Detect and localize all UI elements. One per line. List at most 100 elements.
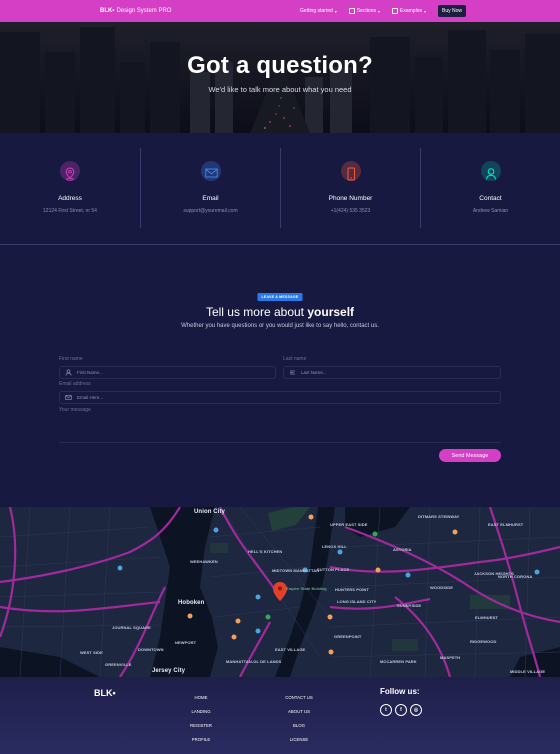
info-title: Contact [479, 195, 502, 202]
last-name-label: Last name [283, 356, 307, 362]
hero-title: Got a question? [187, 52, 373, 79]
map-label: JOURNAL SQUARE [112, 625, 151, 630]
sections-icon [348, 8, 355, 14]
form-subtitle: Whether you have questions or you would … [181, 323, 379, 329]
map-label: GREENVILLE [105, 662, 132, 667]
map-label: GREENPOINT [334, 634, 362, 639]
info-address: Address 12124 First Street, nr 54 [0, 148, 140, 228]
map-label: DITMARS STEINWAY [418, 514, 460, 519]
footer-link-about[interactable]: ABOUT US [280, 709, 318, 714]
last-name-placeholder: Last Name... [301, 370, 327, 375]
map-label: WEST SIDE [80, 650, 103, 655]
footer-logo[interactable]: BLK• [94, 688, 116, 698]
info-value: Andrew Samian [472, 208, 509, 214]
map-label: WEEHAWKEN [190, 559, 218, 564]
send-message-button[interactable]: Send Message [439, 449, 501, 462]
footer-link-license[interactable]: LICENSE [280, 737, 318, 742]
brand-link[interactable]: BLK• Design System PRO [100, 8, 171, 14]
footer-link-blog[interactable]: BLOG [280, 723, 318, 728]
info-value: +1(424) 535 3523 [330, 208, 371, 214]
nav-item-sections[interactable]: Sections ▾ [348, 8, 381, 14]
caret-down-icon: ▾ [378, 8, 381, 14]
message-label: Your message [59, 407, 91, 413]
contact-page: BLK• Design System PRO Getting started ▾… [0, 0, 560, 754]
info-title: Phone Number [328, 195, 373, 202]
map-label: EAST VILLAGE [275, 647, 306, 652]
email-field[interactable]: Email Here... [59, 391, 501, 404]
map-label: SUNNYSIDE [397, 603, 422, 608]
map-label: SUTTON PLACE [317, 567, 350, 572]
user-icon [485, 168, 496, 180]
contact-info-row: Address 12124 First Street, nr 54 Email … [0, 148, 560, 228]
map-label: Empire State Building [286, 586, 327, 591]
map-label: ASTORIA [393, 547, 412, 552]
map-label: UPPER EAST SIDE [330, 522, 368, 527]
nav-item-getting-started[interactable]: Getting started ▾ [300, 8, 337, 14]
first-name-field[interactable]: First Name... [59, 366, 276, 379]
user-icon [65, 369, 72, 376]
map-label: MIDTOWN MANHATTAN [272, 568, 320, 573]
info-phone: Phone Number +1(424) 535 3523 [280, 148, 420, 228]
map-label: HELL'S KITCHEN [248, 549, 283, 554]
info-contact: Contact Andrew Samian [420, 148, 560, 228]
footer-link-profile[interactable]: PROFILE [186, 737, 216, 742]
map-label: DOWNTOWN [138, 647, 164, 652]
footer-link-register[interactable]: REGISTER [186, 723, 216, 728]
info-title: Email [202, 195, 219, 202]
leave-message-badge: LEAVE A MESSAGE [257, 293, 303, 301]
footer-link-landing[interactable]: LANDING [186, 709, 216, 714]
footer-link-contact[interactable]: CONTACT US [280, 695, 318, 700]
last-name-field[interactable]: Last Name... [283, 366, 501, 379]
buy-now-button[interactable]: Buy Now [437, 5, 466, 17]
map-label: LENOX HILL [322, 544, 347, 549]
envelope-icon [65, 395, 72, 400]
brand-logo: BLK• [100, 8, 115, 14]
section-divider [0, 244, 560, 245]
dribbble-icon[interactable]: ◎ [410, 704, 422, 716]
nav-menu: Getting started ▾ Sections ▾ Examples ▾ … [300, 5, 466, 17]
footer: BLK• HOME LANDING REGISTER PROFILE CONTA… [0, 677, 560, 754]
nav-item-label: Sections [356, 8, 376, 14]
text-align-icon [290, 370, 295, 375]
map-label: LONG ISLAND CITY [337, 599, 377, 604]
map-label: Hoboken [178, 600, 205, 606]
nav-item-label: Examples [400, 8, 422, 14]
map-label: WOODSIDE [430, 585, 454, 590]
map-label: ELMHURST [475, 615, 499, 620]
map-label: MIDDLE VILLAGE [510, 669, 546, 674]
form-title: Tell us more about yourself [0, 305, 560, 319]
first-name-placeholder: First Name... [77, 370, 103, 375]
footer-links-left: HOME LANDING REGISTER PROFILE [186, 695, 216, 742]
map-label: Union City [194, 509, 225, 515]
email-placeholder: Email Here... [77, 395, 104, 400]
info-email: Email support@youremail.com [140, 148, 280, 228]
map-pin-icon [65, 167, 75, 181]
message-textarea[interactable] [59, 420, 501, 443]
map-label: NEWPORT [175, 640, 197, 645]
map-label: EAST ELMHURST [488, 522, 524, 527]
map-label: HUNTERS POINT [335, 587, 369, 592]
top-navbar: BLK• Design System PRO Getting started ▾… [0, 0, 560, 22]
hero-section: Got a question? We'd like to talk more a… [0, 22, 560, 133]
map-label: MANHATTAN-OL DE LANDS [226, 659, 282, 664]
caret-down-icon: ▾ [423, 8, 426, 14]
brand-name: Design System PRO [116, 8, 172, 14]
footer-link-home[interactable]: HOME [186, 695, 216, 700]
facebook-icon[interactable]: f [395, 704, 407, 716]
envelope-icon [204, 168, 218, 178]
map-label: MASPETH [440, 655, 461, 660]
location-map[interactable]: Union City HELL'S KITCHEN MIDTOWN MANHAT… [0, 507, 560, 677]
info-value: 12124 First Street, nr 54 [43, 208, 97, 214]
caret-down-icon: ▾ [334, 8, 337, 14]
twitter-icon[interactable]: t [380, 704, 392, 716]
email-label: Email address [59, 381, 91, 387]
info-title: Address [58, 195, 82, 202]
hero-subtitle: We'd like to talk more about what you ne… [208, 85, 352, 94]
map-label: Jersey City [152, 668, 186, 674]
nav-item-examples[interactable]: Examples ▾ [392, 8, 426, 14]
info-value: support@youremail.com [183, 208, 238, 214]
map-label: NORTH CORONA [498, 574, 533, 579]
follow-us-heading: Follow us: [380, 687, 420, 696]
nav-item-label: Getting started [300, 8, 333, 14]
examples-icon [392, 8, 399, 14]
